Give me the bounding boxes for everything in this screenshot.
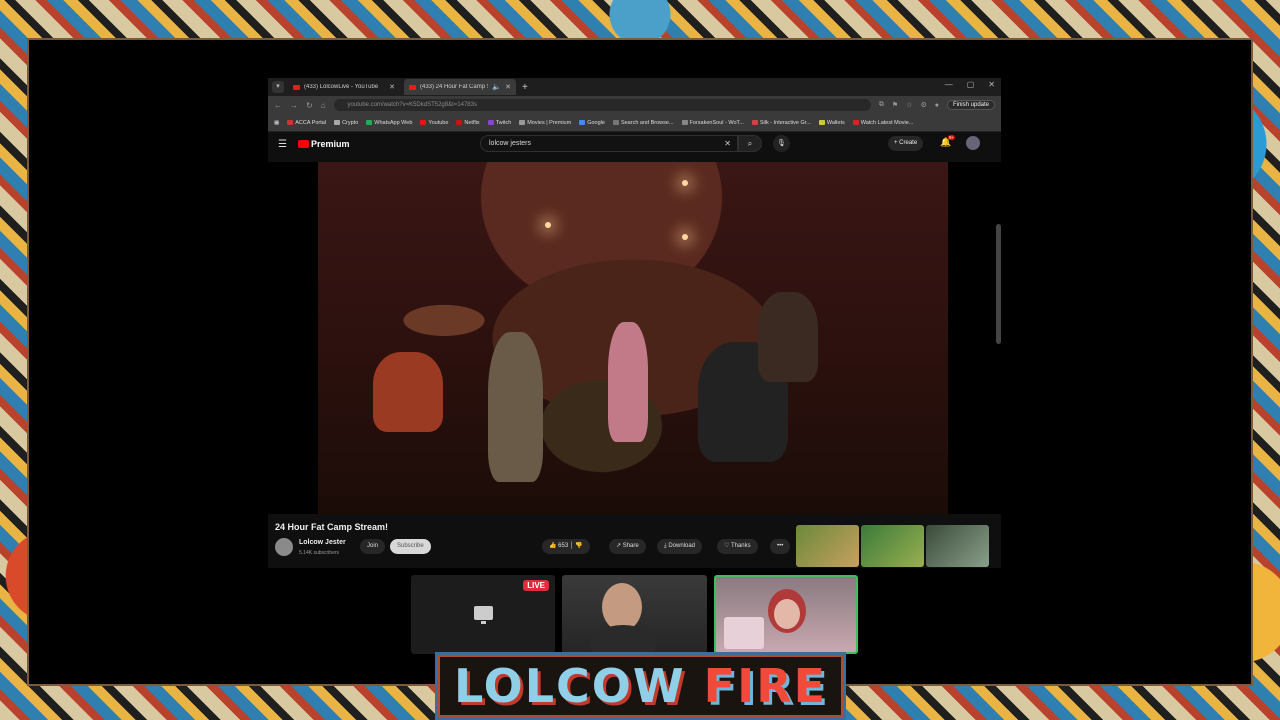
page-scrollbar[interactable] bbox=[996, 224, 1001, 344]
video-title: 24 Hour Fat Camp Stream! bbox=[275, 522, 389, 532]
close-tab-icon[interactable]: ✕ bbox=[389, 83, 395, 91]
bookmark-star-icon[interactable]: ☆ bbox=[906, 101, 912, 109]
bookmark-item[interactable]: Twitch bbox=[487, 120, 511, 126]
apps-icon[interactable]: ▦ bbox=[274, 120, 279, 126]
live-badge: LIVE bbox=[523, 580, 549, 591]
forward-icon[interactable]: → bbox=[290, 101, 298, 110]
video-player[interactable] bbox=[268, 162, 1001, 514]
youtube-header: ☰ Premium lolcow jesters ✕ ⌕ 🎙 + Create … bbox=[268, 132, 1001, 156]
person bbox=[488, 332, 543, 482]
person bbox=[758, 292, 818, 382]
browser-window: ▾ (433) LolcowLive - YouTube ✕ (433) 24 … bbox=[268, 78, 1001, 568]
recommended-thumbnail[interactable] bbox=[796, 525, 859, 567]
tab-fat-camp[interactable]: (433) 24 Hour Fat Camp Str 🔈 ✕ bbox=[404, 79, 516, 95]
like-button[interactable]: 👍 653 │ 👎 bbox=[542, 539, 590, 554]
share-button[interactable]: ↗ Share bbox=[609, 539, 646, 554]
extensions-icon[interactable]: ⚙ bbox=[920, 101, 926, 109]
download-button[interactable]: ⤓ Download bbox=[657, 539, 703, 554]
ceiling-light bbox=[682, 234, 688, 240]
url-field[interactable]: youtube.com/watch?v=K5DkdST52g8&t=14783s bbox=[333, 99, 871, 111]
finish-update-button[interactable]: Finish update bbox=[946, 100, 995, 110]
bookmark-item[interactable]: WhatsApp Web bbox=[366, 120, 412, 126]
mic-icon: 🎙 bbox=[777, 140, 786, 147]
more-actions-button[interactable]: ••• bbox=[770, 539, 791, 554]
notification-badge: 9+ bbox=[948, 135, 956, 140]
lolcow-fire-banner: LOLCOW FIRE bbox=[435, 652, 846, 720]
bookmark-item[interactable]: Watch Latest Movie... bbox=[852, 120, 913, 126]
bookmark-item[interactable]: Wallets bbox=[818, 120, 845, 126]
subscriber-count: 5.14K subscribers bbox=[299, 550, 340, 556]
youtube-icon bbox=[293, 84, 300, 90]
channel-name[interactable]: Lolcow Jester bbox=[299, 539, 346, 546]
bookmark-item[interactable]: Movies | Premium bbox=[519, 120, 571, 126]
join-button[interactable]: Join bbox=[360, 539, 386, 554]
channel-avatar[interactable] bbox=[275, 538, 293, 556]
create-button[interactable]: + Create bbox=[888, 136, 924, 151]
webcam-person bbox=[590, 625, 656, 654]
menu-icon[interactable]: ☰ bbox=[278, 139, 298, 150]
youtube-logo[interactable]: Premium bbox=[298, 139, 350, 149]
recommended-thumbnail[interactable] bbox=[926, 525, 989, 567]
new-tab-button[interactable]: + bbox=[522, 82, 528, 93]
tab-lolcowlive[interactable]: (433) LolcowLive - YouTube ✕ bbox=[288, 79, 400, 95]
person bbox=[373, 352, 443, 432]
bookmarks-bar: ▦ ACCA Portal Crypto WhatsApp Web Youtub… bbox=[268, 114, 1001, 132]
tab-bar: ▾ (433) LolcowLive - YouTube ✕ (433) 24 … bbox=[268, 78, 1001, 96]
thanks-button[interactable]: ♡ Thanks bbox=[717, 539, 758, 554]
bookmark-item[interactable]: Silk - Interactive Gr... bbox=[751, 120, 811, 126]
window-controls: — ▢ ✕ bbox=[945, 80, 995, 89]
webcam-person bbox=[774, 599, 800, 629]
ceiling-light bbox=[682, 180, 688, 186]
bookmark-item[interactable]: ForsakenSoul - WoT... bbox=[681, 120, 744, 126]
install-icon[interactable]: ⧉ bbox=[879, 101, 884, 109]
address-bar: ← → ↻ ⌂ youtube.com/watch?v=K5DkdST52g8&… bbox=[268, 96, 1001, 114]
back-icon[interactable]: ← bbox=[274, 101, 282, 110]
bookmark-item[interactable]: Crypto bbox=[334, 120, 358, 126]
tab-title: (433) 24 Hour Fat Camp Str bbox=[420, 84, 489, 90]
webcam-tile-active[interactable] bbox=[714, 575, 858, 654]
reload-icon[interactable]: ↻ bbox=[306, 101, 313, 110]
bookmark-item[interactable]: Youtube bbox=[420, 120, 448, 126]
bookmark-item[interactable]: Netflix bbox=[456, 120, 480, 126]
home-icon[interactable]: ⌂ bbox=[321, 101, 326, 110]
voice-search-button[interactable]: 🎙 bbox=[773, 135, 790, 152]
avatar[interactable] bbox=[966, 136, 980, 150]
recommended-thumbnail[interactable] bbox=[861, 525, 924, 567]
banner-word: LOLCOW bbox=[453, 659, 686, 713]
translate-icon[interactable]: ⚑ bbox=[892, 101, 898, 109]
bookmark-item[interactable]: ACCA Portal bbox=[287, 120, 326, 126]
banner-word: FIRE bbox=[703, 659, 828, 713]
search-input[interactable]: lolcow jesters ✕ bbox=[480, 135, 738, 152]
webcam-tile[interactable] bbox=[562, 575, 707, 654]
minimize-icon[interactable]: — bbox=[945, 80, 953, 89]
close-window-icon[interactable]: ✕ bbox=[988, 80, 995, 89]
ceiling-light bbox=[545, 222, 551, 228]
subscribe-button[interactable]: Subscribe bbox=[390, 539, 431, 554]
close-tab-icon[interactable]: ✕ bbox=[505, 83, 511, 91]
webcam-person bbox=[602, 583, 642, 631]
youtube-icon bbox=[298, 140, 309, 148]
youtube-icon bbox=[409, 84, 416, 90]
speaker-icon[interactable]: 🔈 bbox=[492, 83, 501, 91]
search-icon: ⌕ bbox=[747, 139, 753, 148]
bookmark-item[interactable]: Google bbox=[579, 120, 605, 126]
video-info: 24 Hour Fat Camp Stream! Lolcow Jester 5… bbox=[268, 514, 1001, 568]
video-frame bbox=[318, 162, 948, 514]
tab-title: (433) LolcowLive - YouTube bbox=[304, 84, 379, 90]
tab-search-icon[interactable]: ▾ bbox=[272, 81, 284, 93]
person bbox=[608, 322, 648, 442]
search-button[interactable]: ⌕ bbox=[738, 135, 762, 152]
profile-icon[interactable]: ● bbox=[935, 102, 939, 109]
monitor-icon bbox=[474, 606, 493, 624]
clear-search-icon[interactable]: ✕ bbox=[724, 136, 731, 151]
screen-share-tile[interactable]: LIVE bbox=[411, 575, 555, 654]
maximize-icon[interactable]: ▢ bbox=[967, 80, 975, 89]
bookmark-item[interactable]: Search and Browse... bbox=[612, 120, 674, 126]
webcam-sign bbox=[724, 617, 764, 649]
